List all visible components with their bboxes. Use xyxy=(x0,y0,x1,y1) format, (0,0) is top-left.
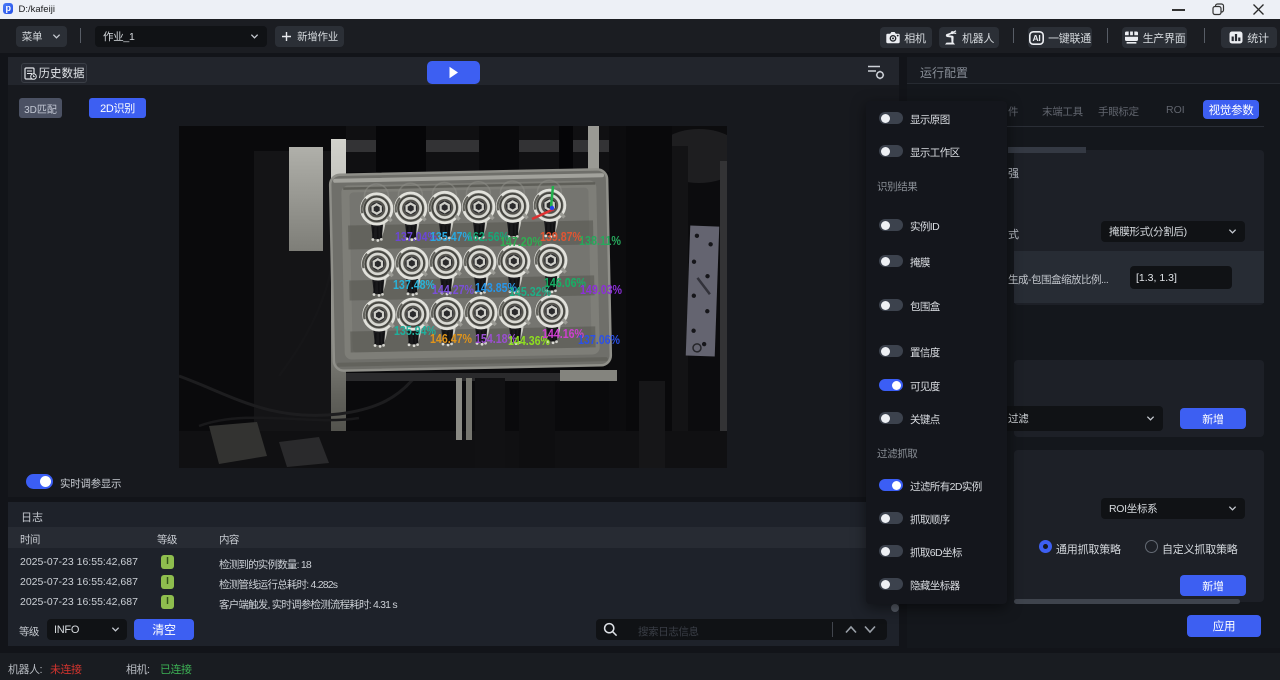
svg-text:137.06%: 137.06% xyxy=(578,332,620,347)
svg-text:139.87%: 139.87% xyxy=(540,229,582,244)
svg-text:149.03%: 149.03% xyxy=(580,282,622,297)
svg-text:147.20%: 147.20% xyxy=(500,234,542,249)
svg-text:146.47%: 146.47% xyxy=(430,331,472,346)
svg-text:AI: AI xyxy=(1033,33,1041,43)
svg-text:135.47%: 135.47% xyxy=(430,229,472,244)
svg-text:138.11%: 138.11% xyxy=(579,233,621,248)
svg-text:137.48%: 137.48% xyxy=(393,277,435,292)
svg-text:144.27%: 144.27% xyxy=(432,282,474,297)
